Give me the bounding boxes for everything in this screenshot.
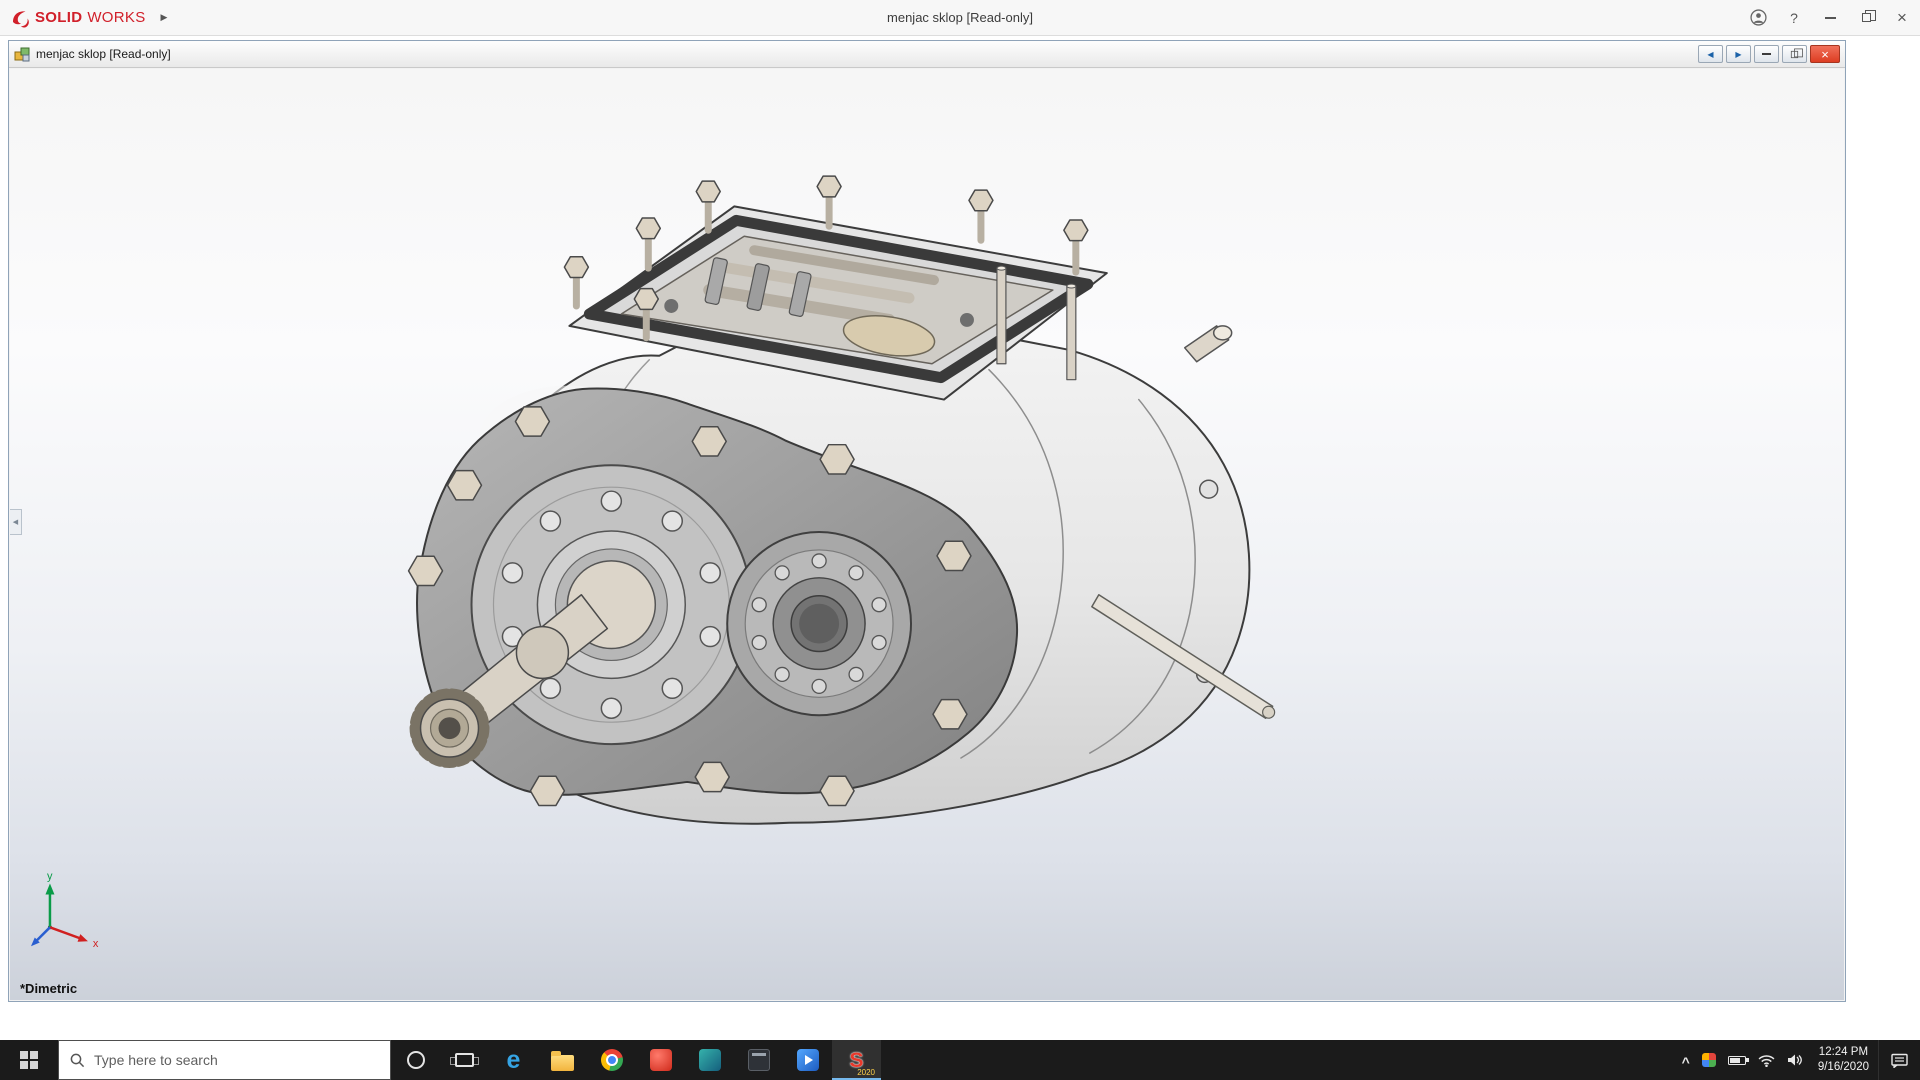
taskbar-task-view-button[interactable] xyxy=(440,1040,489,1080)
close-icon: × xyxy=(1821,46,1829,62)
help-button[interactable]: ? xyxy=(1776,0,1812,35)
windows-taskbar: e S 2020 ^ xyxy=(0,1040,1920,1080)
document-title: menjac sklop [Read-only] xyxy=(36,47,171,61)
minimize-icon xyxy=(1824,16,1836,19)
blue-app-icon xyxy=(796,1049,819,1071)
brand-text-solid: SOLID xyxy=(35,9,83,26)
doc-restore-button[interactable] xyxy=(1782,45,1807,63)
app-minimize-button[interactable] xyxy=(1812,0,1848,35)
red-app-icon xyxy=(649,1049,672,1071)
edge-icon: e xyxy=(506,1045,521,1074)
search-input[interactable] xyxy=(94,1052,379,1068)
taskbar-app-edge[interactable]: e xyxy=(489,1040,538,1080)
restore-icon xyxy=(1790,48,1803,58)
mdi-client-area: menjac sklop [Read-only] ◀ ▶ × y x *Dime… xyxy=(0,37,1920,1040)
solidworks-brand[interactable]: SOLID WORKS ▶ xyxy=(0,8,230,28)
start-button[interactable] xyxy=(0,1040,58,1080)
system-tray: ^ 12:24 PM 9/16/2020 xyxy=(1676,1040,1920,1080)
dark-app-icon xyxy=(747,1049,770,1071)
cortana-icon xyxy=(406,1051,425,1069)
solidworks-app-window: SOLID WORKS ▶ menjac sklop [Read-only] ? … xyxy=(0,0,1920,1080)
display-pane-left-button[interactable]: ◀ xyxy=(1698,45,1723,63)
close-icon: × xyxy=(1897,7,1907,27)
speaker-icon xyxy=(1787,1054,1802,1066)
search-icon xyxy=(70,1053,85,1067)
triad-x-label: x xyxy=(93,938,99,950)
windows-logo-icon xyxy=(20,1051,38,1069)
app-window-controls: ? × xyxy=(1740,0,1920,35)
teal-app-icon xyxy=(698,1049,721,1071)
app-titlebar: SOLID WORKS ▶ menjac sklop [Read-only] ? … xyxy=(0,0,1920,36)
notification-icon xyxy=(1891,1053,1908,1068)
brand-expand-arrow-icon[interactable]: ▶ xyxy=(161,12,168,23)
wifi-icon xyxy=(1758,1054,1775,1067)
file-explorer-icon xyxy=(551,1050,574,1071)
action-center-button[interactable] xyxy=(1878,1040,1920,1080)
doc-minimize-button[interactable] xyxy=(1754,45,1779,63)
solidworks-logo-icon xyxy=(13,10,29,28)
gearbox-model-canvas[interactable]: y x xyxy=(10,69,1844,1000)
triad-y-label: y xyxy=(47,871,53,883)
app-restore-button[interactable] xyxy=(1848,0,1884,35)
view-orientation-label: *Dimetric xyxy=(20,981,78,996)
taskbar-app-file-explorer[interactable] xyxy=(538,1040,587,1080)
graphics-viewport[interactable]: y x *Dimetric ◀ xyxy=(10,69,1844,1000)
output-bearing-boss xyxy=(726,531,913,717)
gearbox-model[interactable] xyxy=(407,175,1276,825)
solidworks-year-badge: 2020 xyxy=(857,1068,875,1077)
chevron-up-icon: ^ xyxy=(1681,1054,1690,1070)
feature-manager-collapse-tab[interactable]: ◀ xyxy=(10,509,22,535)
battery-status-button[interactable] xyxy=(1722,1040,1752,1080)
tray-app-icon xyxy=(1701,1053,1716,1067)
app-close-button[interactable]: × xyxy=(1884,0,1920,35)
user-profile-button[interactable] xyxy=(1740,0,1776,35)
breather-stub xyxy=(1183,325,1233,363)
help-icon: ? xyxy=(1790,9,1798,26)
display-pane-right-button[interactable]: ▶ xyxy=(1726,45,1751,63)
document-titlebar[interactable]: menjac sklop [Read-only] ◀ ▶ × xyxy=(9,41,1845,68)
assembly-document-icon xyxy=(14,47,30,62)
battery-icon xyxy=(1727,1055,1749,1065)
network-status-button[interactable] xyxy=(1752,1040,1781,1080)
taskbar-app-blue[interactable] xyxy=(783,1040,832,1080)
collapse-arrow-icon: ◀ xyxy=(12,519,19,526)
taskbar-app-cortana[interactable] xyxy=(391,1040,440,1080)
taskbar-search-box[interactable] xyxy=(58,1040,391,1080)
document-window-controls: ◀ ▶ × xyxy=(1698,45,1840,63)
clock-date: 9/16/2020 xyxy=(1817,1061,1869,1073)
hidden-icons-button[interactable]: ^ xyxy=(1676,1040,1696,1080)
pane-right-icon: ▶ xyxy=(1735,49,1742,59)
app-window-title: menjac sklop [Read-only] xyxy=(887,10,1033,25)
document-window: menjac sklop [Read-only] ◀ ▶ × y x *Dime… xyxy=(8,40,1846,1002)
taskbar-app-teal[interactable] xyxy=(685,1040,734,1080)
brand-text-works: WORKS xyxy=(87,9,146,26)
task-view-icon xyxy=(450,1053,479,1067)
taskbar-app-red[interactable] xyxy=(636,1040,685,1080)
taskbar-app-dark[interactable] xyxy=(734,1040,783,1080)
taskbar-app-chrome[interactable] xyxy=(587,1040,636,1080)
user-icon xyxy=(1749,9,1767,26)
restore-icon xyxy=(1861,10,1876,22)
taskbar-app-solidworks[interactable]: S 2020 xyxy=(832,1040,881,1080)
minimize-icon xyxy=(1762,53,1771,55)
volume-button[interactable] xyxy=(1781,1040,1809,1080)
chrome-icon xyxy=(600,1049,623,1071)
doc-close-button[interactable]: × xyxy=(1810,45,1840,63)
tray-app-button[interactable] xyxy=(1696,1040,1722,1080)
pane-left-icon: ◀ xyxy=(1707,49,1714,59)
taskbar-clock[interactable]: 12:24 PM 9/16/2020 xyxy=(1809,1045,1878,1075)
orientation-triad: y x xyxy=(30,871,99,950)
clock-time: 12:24 PM xyxy=(1818,1046,1869,1059)
